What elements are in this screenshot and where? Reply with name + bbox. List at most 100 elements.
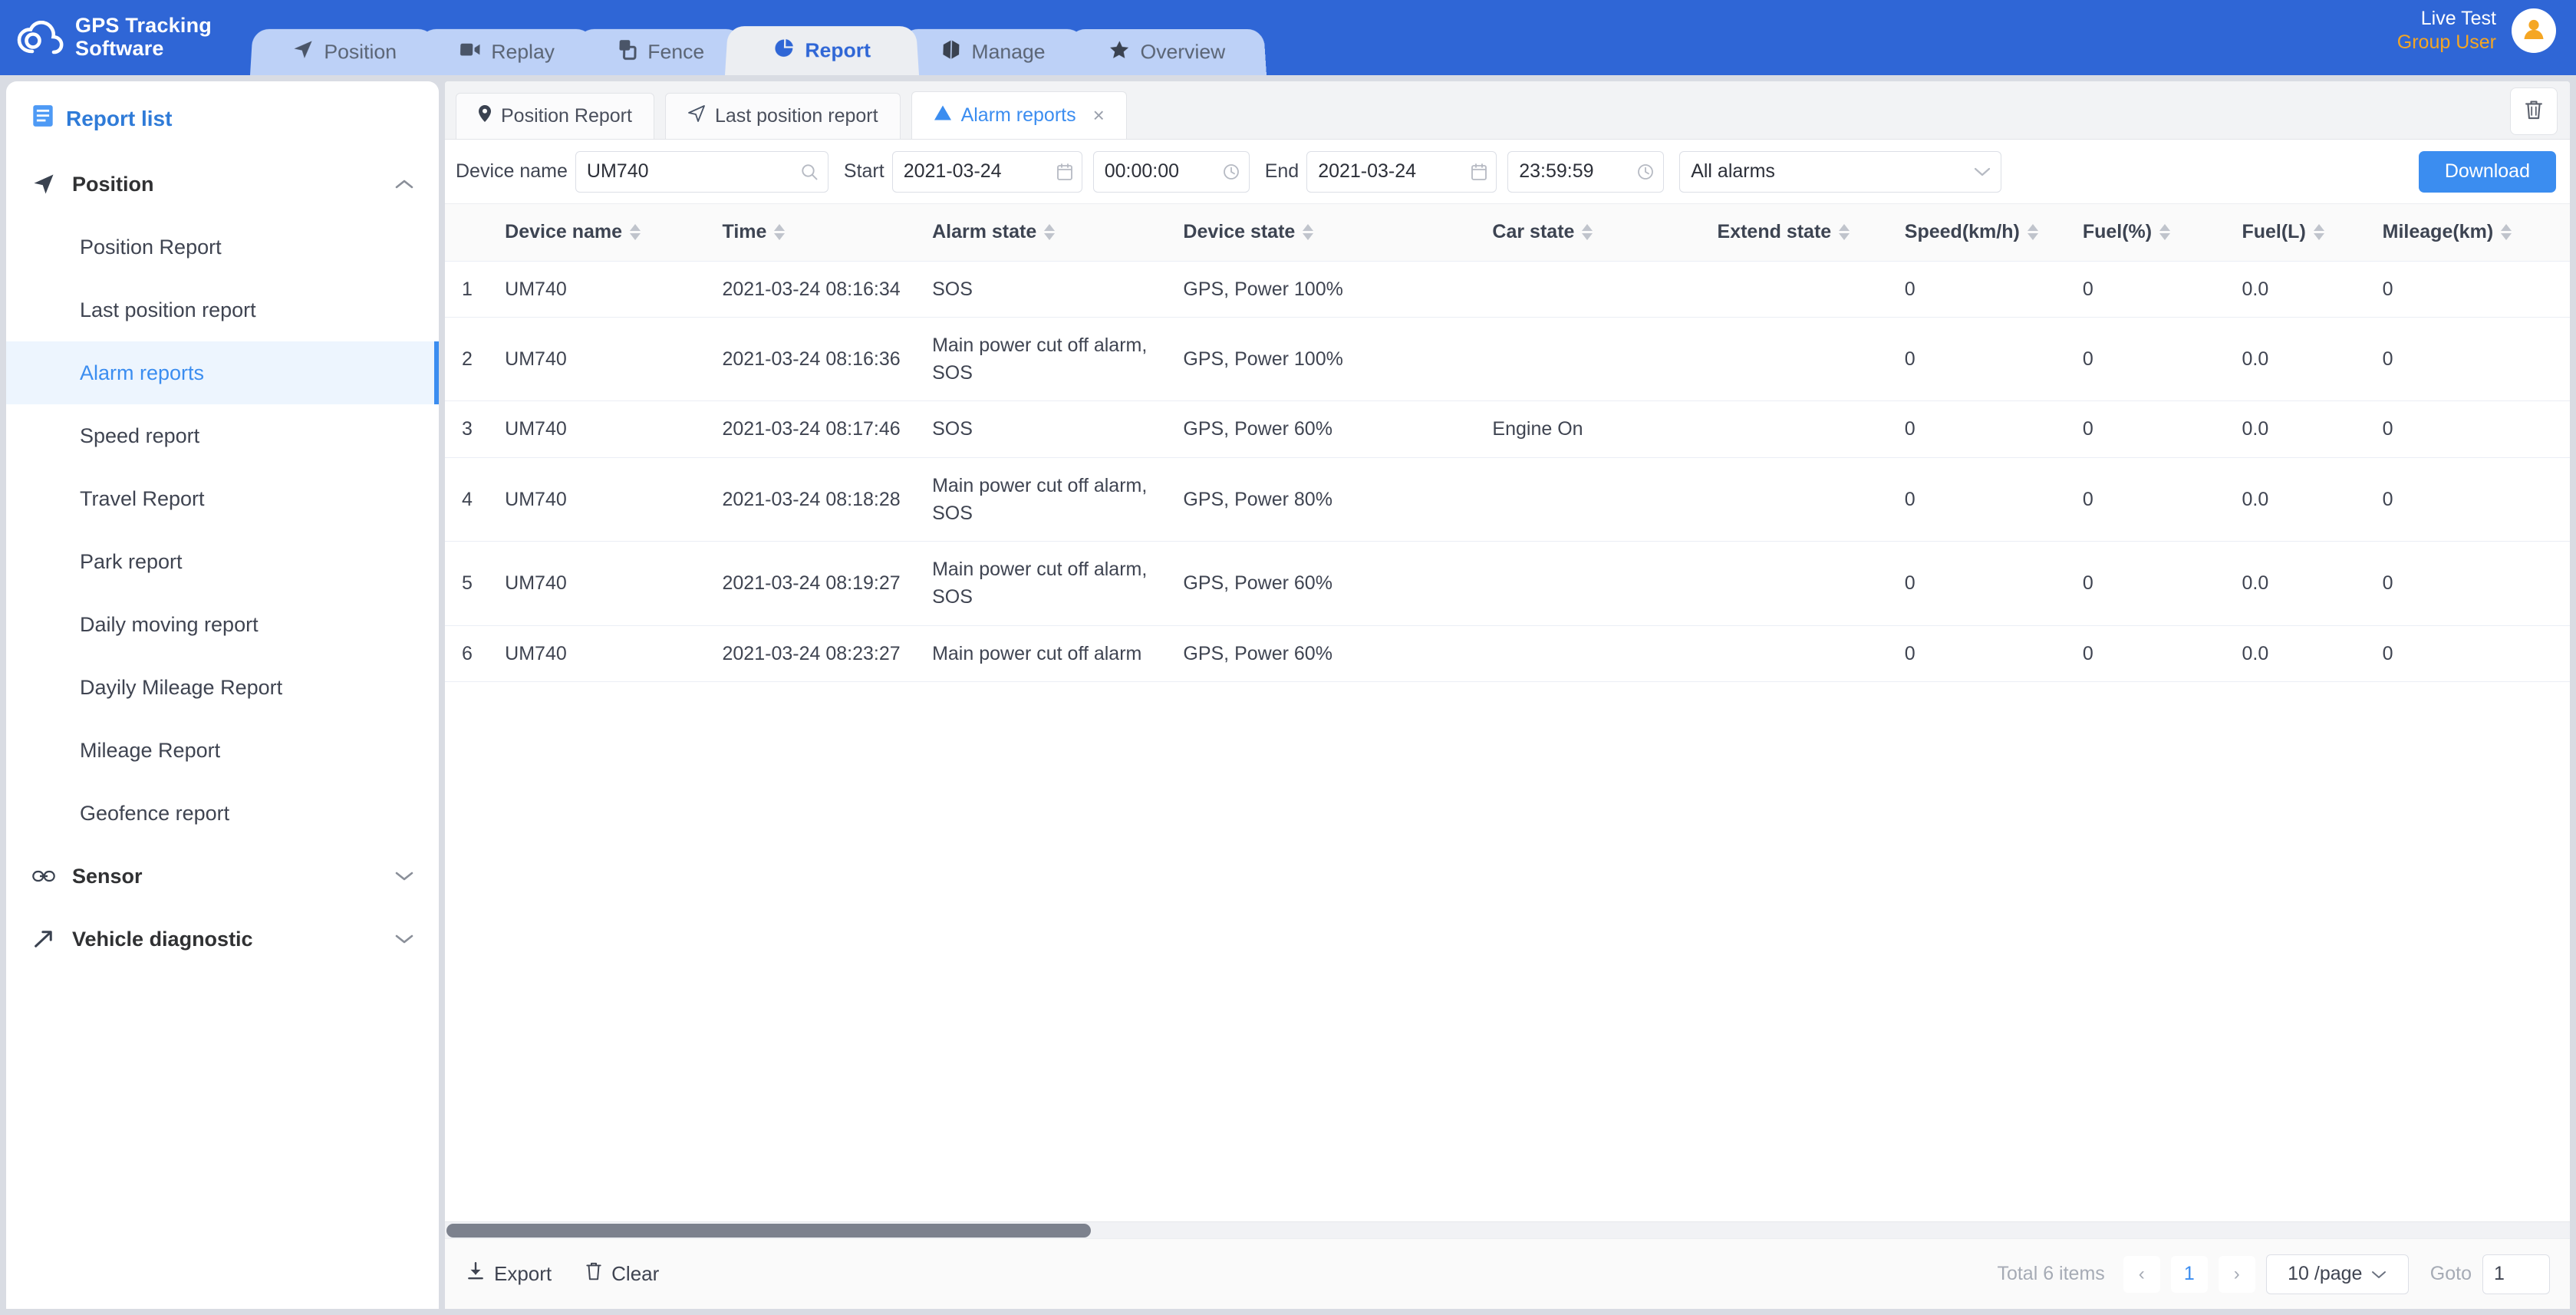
avatar[interactable] xyxy=(2512,8,2556,53)
calendar-icon[interactable] xyxy=(1471,163,1487,180)
cell-index: 3 xyxy=(445,400,506,458)
sort-icon[interactable] xyxy=(2159,224,2171,241)
sort-icon[interactable] xyxy=(774,224,786,241)
nav-tab-report[interactable]: Report xyxy=(725,26,920,75)
sidebar-item-label: Position Report xyxy=(80,235,222,259)
user-name: Live Test xyxy=(2420,7,2496,29)
nav-tab-replay[interactable]: Replay xyxy=(417,28,596,75)
column-header-fuel-percent[interactable]: Fuel(%) xyxy=(2082,204,2242,262)
calendar-icon[interactable] xyxy=(1056,163,1072,180)
clear-button[interactable]: Clear xyxy=(585,1261,659,1287)
column-label: Mileage(km) xyxy=(2382,221,2494,243)
download-button[interactable]: Download xyxy=(2418,150,2556,193)
sidebar-item-alarm-reports[interactable]: Alarm reports xyxy=(6,341,439,404)
end-time-input[interactable]: 23:59:59 xyxy=(1507,150,1665,193)
cell-fuel-percent: 0 xyxy=(2082,625,2242,682)
sort-icon[interactable] xyxy=(1839,224,1850,241)
cell-device-name: UM740 xyxy=(505,317,723,402)
cell-device-state: GPS, Power 100% xyxy=(1183,261,1493,318)
start-date-input[interactable]: 2021-03-24 xyxy=(891,150,1082,193)
sort-icon[interactable] xyxy=(2501,224,2512,241)
column-header-mileage[interactable]: Mileage(km) xyxy=(2382,204,2570,262)
sidebar-item-position-report[interactable]: Position Report xyxy=(6,216,439,278)
sort-icon[interactable] xyxy=(1582,224,1593,241)
table-row[interactable]: 4 UM740 2021-03-24 08:18:28 Main power c… xyxy=(445,457,2570,542)
sidebar-item-geofence-report[interactable]: Geofence report xyxy=(6,782,439,845)
sidebar-item-speed-report[interactable]: Speed report xyxy=(6,404,439,467)
column-header-device-name[interactable]: Device name xyxy=(505,204,723,262)
page-number-1[interactable]: 1 xyxy=(2170,1255,2208,1293)
sidebar-group-position[interactable]: Position xyxy=(6,153,439,216)
sort-icon[interactable] xyxy=(2027,224,2038,241)
column-header-extend-state[interactable]: Extend state xyxy=(1717,204,1905,262)
nav-tab-overview[interactable]: Overview xyxy=(1066,28,1267,75)
sidebar-item-park-report[interactable]: Park report xyxy=(6,530,439,593)
table-row[interactable]: 3 UM740 2021-03-24 08:17:46 SOS GPS, Pow… xyxy=(445,400,2570,458)
sort-icon[interactable] xyxy=(1303,224,1314,241)
clock-icon[interactable] xyxy=(1637,163,1654,180)
sort-icon[interactable] xyxy=(630,224,641,241)
close-icon[interactable]: × xyxy=(1093,104,1105,127)
cell-device-state: GPS, Power 100% xyxy=(1183,317,1493,402)
alarm-type-select[interactable]: All alarms xyxy=(1679,150,2002,193)
sidebar-group-sensor[interactable]: Sensor xyxy=(6,845,439,908)
chevron-down-icon[interactable] xyxy=(1973,166,1991,178)
chevron-down-icon[interactable] xyxy=(394,870,414,882)
sidebar-group-label: Sensor xyxy=(72,864,143,888)
nav-tab-fence[interactable]: Fence xyxy=(575,28,746,75)
scrollbar-thumb[interactable] xyxy=(446,1224,1091,1238)
goto-page-input[interactable]: 1 xyxy=(2482,1254,2550,1294)
nav-tab-label: Report xyxy=(805,38,871,61)
subtab-alarm-reports[interactable]: Alarm reports × xyxy=(911,91,1127,139)
table-row[interactable]: 5 UM740 2021-03-24 08:19:27 Main power c… xyxy=(445,541,2570,626)
column-header-car-state[interactable]: Car state xyxy=(1492,204,1718,262)
clock-icon[interactable] xyxy=(1223,163,1240,180)
report-list-label: Report list xyxy=(66,106,173,130)
sidebar-group-vehicle-diagnostic[interactable]: Vehicle diagnostic xyxy=(6,908,439,971)
table-row[interactable]: 1 UM740 2021-03-24 08:16:34 SOS GPS, Pow… xyxy=(445,261,2570,318)
delete-tab-button[interactable] xyxy=(2510,87,2558,135)
sidebar-item-daily-moving-report[interactable]: Daily moving report xyxy=(6,593,439,656)
page-size-select[interactable]: 10 /page xyxy=(2265,1254,2409,1294)
column-header-alarm-state[interactable]: Alarm state xyxy=(932,204,1184,262)
subtab-label: Alarm reports xyxy=(960,104,1076,126)
nav-tab-manage[interactable]: Manage xyxy=(899,28,1086,75)
chevron-up-icon[interactable] xyxy=(394,178,414,190)
next-page-button[interactable]: › xyxy=(2218,1255,2255,1293)
cell-device-state: GPS, Power 60% xyxy=(1183,400,1493,458)
sort-icon[interactable] xyxy=(1044,224,1056,241)
sidebar-item-dayily-mileage-report[interactable]: Dayily Mileage Report xyxy=(6,656,439,719)
column-header-time[interactable]: Time xyxy=(722,204,933,262)
brand-line-1: GPS Tracking xyxy=(75,14,212,38)
search-input[interactable]: UM740 xyxy=(575,150,828,193)
column-header-device-state[interactable]: Device state xyxy=(1183,204,1493,262)
sidebar: Report list Position Position Report Las… xyxy=(6,81,439,1309)
export-label: Export xyxy=(494,1262,552,1285)
column-label: Time xyxy=(722,221,767,243)
chevron-down-icon[interactable] xyxy=(394,933,414,945)
cell-car-state xyxy=(1492,541,1718,626)
sidebar-item-travel-report[interactable]: Travel Report xyxy=(6,467,439,530)
cell-time: 2021-03-24 08:17:46 xyxy=(722,400,933,458)
user-area[interactable]: Live Test Group User xyxy=(2397,0,2576,75)
brand-line-2: Software xyxy=(75,37,164,60)
column-header-fuel-litres[interactable]: Fuel(L) xyxy=(2242,204,2383,262)
cell-device-name: UM740 xyxy=(505,400,723,458)
start-time-input[interactable]: 00:00:00 xyxy=(1092,150,1250,193)
pagination: Total 6 items ‹ 1 › 10 /page Goto 1 xyxy=(1997,1254,2550,1294)
subtab-position-report[interactable]: Position Report xyxy=(456,93,654,139)
sidebar-item-last-position-report[interactable]: Last position report xyxy=(6,278,439,341)
search-icon[interactable] xyxy=(800,163,819,181)
sidebar-item-label: Daily moving report xyxy=(80,612,259,636)
column-header-speed[interactable]: Speed(km/h) xyxy=(1904,204,2083,262)
nav-tab-position[interactable]: Position xyxy=(250,28,438,75)
subtab-last-position-report[interactable]: Last position report xyxy=(664,93,901,139)
table-row[interactable]: 2 UM740 2021-03-24 08:16:36 Main power c… xyxy=(445,317,2570,402)
prev-page-button[interactable]: ‹ xyxy=(2123,1255,2160,1293)
table-row[interactable]: 6 UM740 2021-03-24 08:23:27 Main power c… xyxy=(445,625,2570,682)
horizontal-scrollbar[interactable] xyxy=(445,1221,2570,1238)
sort-icon[interactable] xyxy=(2313,224,2324,241)
export-button[interactable]: Export xyxy=(466,1261,552,1287)
end-date-input[interactable]: 2021-03-24 xyxy=(1306,150,1497,193)
sidebar-item-mileage-report[interactable]: Mileage Report xyxy=(6,719,439,782)
